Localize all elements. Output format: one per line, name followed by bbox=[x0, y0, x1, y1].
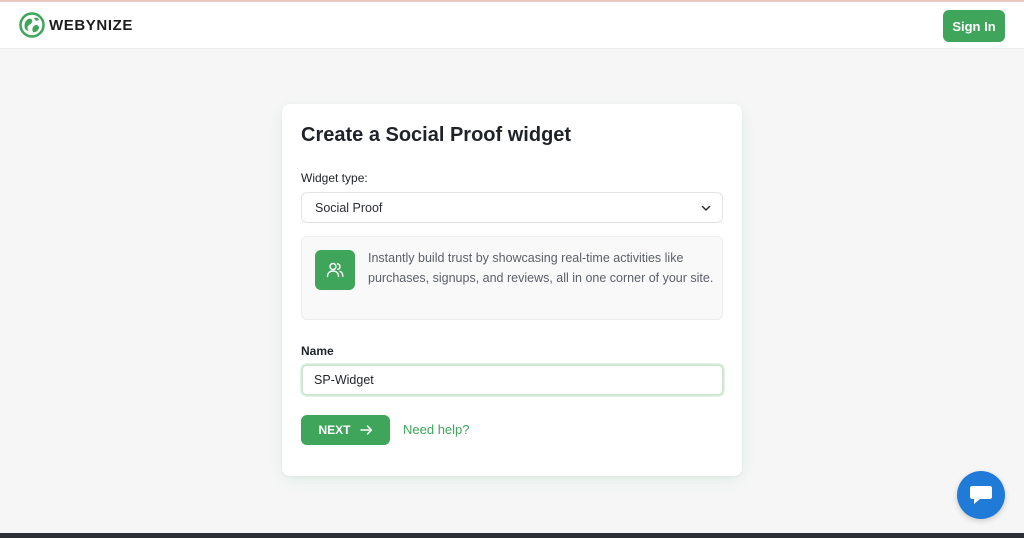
logo-globe-icon bbox=[19, 12, 45, 38]
name-label: Name bbox=[301, 344, 334, 358]
widget-description-box: Instantly build trust by showcasing real… bbox=[301, 236, 723, 320]
chat-launcher-button[interactable] bbox=[957, 471, 1005, 519]
sign-in-button[interactable]: Sign In bbox=[943, 10, 1005, 42]
widget-description: Instantly build trust by showcasing real… bbox=[368, 251, 714, 285]
next-button[interactable]: NEXT bbox=[301, 415, 390, 445]
top-header: WEBYNIZE Sign In bbox=[0, 2, 1024, 49]
name-input[interactable] bbox=[301, 364, 724, 396]
widget-type-select[interactable]: Social Proof bbox=[301, 192, 723, 223]
next-button-label: NEXT bbox=[318, 423, 351, 437]
brand-logo[interactable]: WEBYNIZE bbox=[19, 12, 133, 38]
bottom-taskbar-strip bbox=[0, 533, 1024, 538]
users-icon bbox=[315, 250, 355, 290]
page-title: Create a Social Proof widget bbox=[301, 124, 572, 146]
widget-type-value: Social Proof bbox=[315, 200, 383, 215]
chat-bubble-icon bbox=[970, 486, 992, 504]
arrow-right-icon bbox=[359, 425, 372, 435]
widget-type-label: Widget type: bbox=[301, 171, 368, 185]
chevron-down-icon bbox=[701, 205, 711, 211]
logo-text: WEBYNIZE bbox=[49, 16, 133, 34]
need-help-link[interactable]: Need help? bbox=[403, 422, 470, 437]
create-widget-card: Create a Social Proof widget Widget type… bbox=[282, 104, 742, 476]
